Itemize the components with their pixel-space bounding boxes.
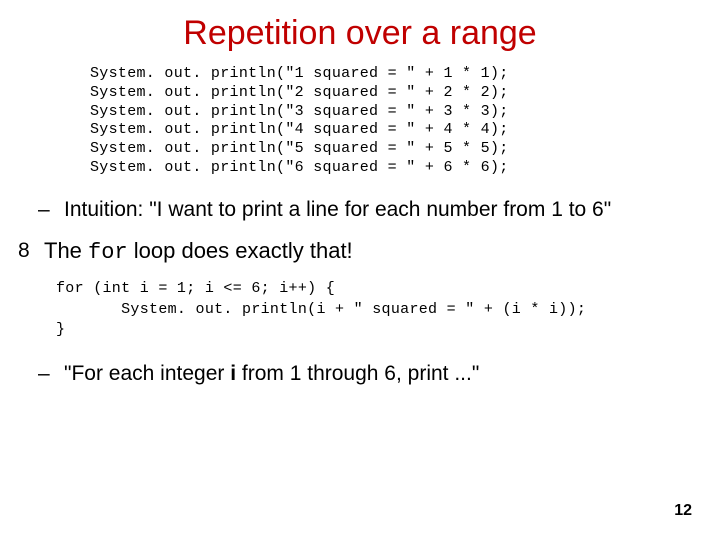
content-area-2: – "For each integer i from 1 through 6, … [0,360,720,387]
code-line: } [56,321,65,338]
for-each-bullet: – "For each integer i from 1 through 6, … [38,360,700,387]
text-fragment: loop does exactly that! [128,238,353,263]
code-line: System. out. println("1 squared = " + 1 … [90,65,509,82]
code-line: for (int i = 1; i <= 6; i++) { [56,280,335,297]
page-number: 12 [674,502,692,520]
code-block-repetition: System. out. println("1 squared = " + 1 … [90,65,720,178]
text-fragment: The [44,238,88,263]
text-fragment: from 1 through 6, print ..." [236,362,479,385]
code-line: System. out. println("3 squared = " + 3 … [90,103,509,120]
content-area: – Intuition: "I want to print a line for… [0,196,720,268]
code-line: System. out. println("4 squared = " + 4 … [90,121,509,138]
for-loop-bullet: 8 The for loop does exactly that! [18,237,700,268]
code-line: System. out. println("6 squared = " + 6 … [90,159,509,176]
text-fragment: "For each integer [64,362,230,385]
code-line: System. out. println(i + " squared = " +… [56,301,586,318]
code-line: System. out. println("2 squared = " + 2 … [90,84,509,101]
dash-icon: – [38,360,64,387]
for-loop-text: The for loop does exactly that! [44,237,700,268]
for-keyword: for [88,240,128,265]
intuition-bullet: – Intuition: "I want to print a line for… [38,196,700,223]
page-title: Repetition over a range [0,0,720,65]
for-each-text: "For each integer i from 1 through 6, pr… [64,360,700,387]
dash-icon: – [38,196,64,223]
code-block-for-loop: for (int i = 1; i <= 6; i++) { System. o… [56,279,720,340]
bullet-icon: 8 [18,237,44,264]
code-line: System. out. println("5 squared = " + 5 … [90,140,509,157]
intuition-text: Intuition: "I want to print a line for e… [64,196,700,223]
